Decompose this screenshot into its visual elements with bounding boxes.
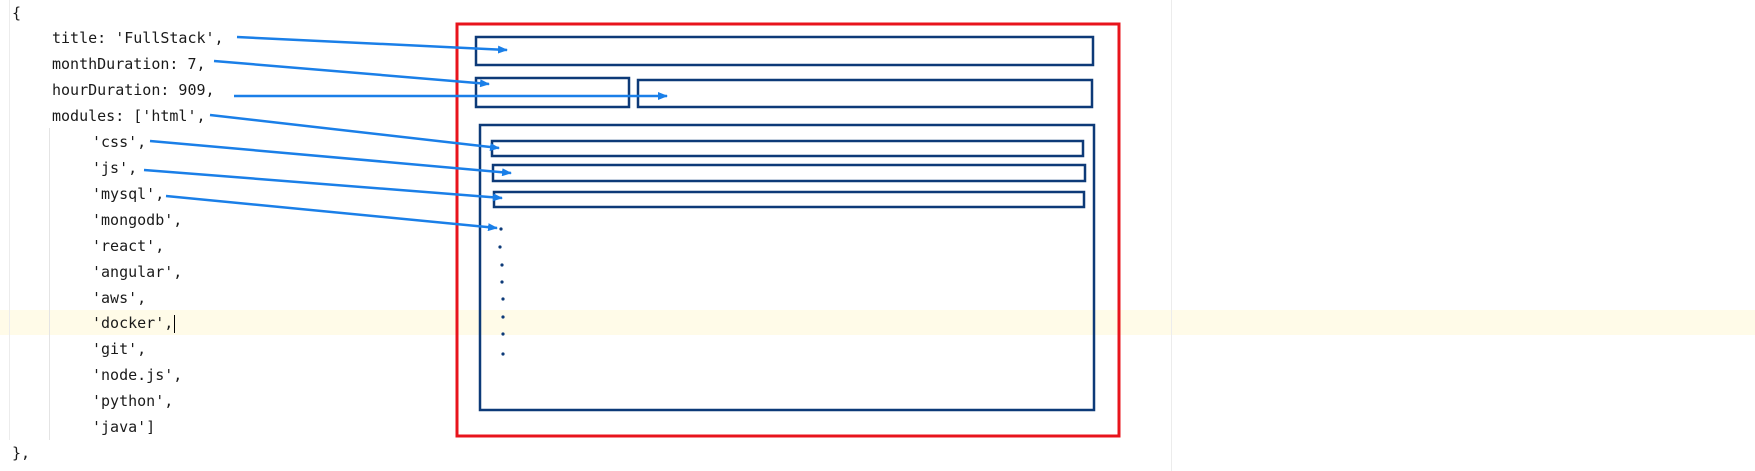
ellipsis-dots-icon (498, 227, 505, 356)
arrow-icon (236, 35, 508, 54)
title-box (474, 35, 1095, 67)
hour-duration-box (636, 78, 1094, 109)
module-box (492, 190, 1086, 209)
module-box (491, 163, 1087, 183)
code-editor[interactable]: { title: 'FullStack', monthDuration: 7, … (0, 0, 1755, 471)
arrow-icon (165, 194, 498, 232)
arrow-icon (213, 59, 490, 88)
layout-diagram (143, 22, 1121, 438)
month-duration-box (474, 76, 631, 109)
modules-container (478, 123, 1096, 412)
outer-frame (455, 22, 1121, 438)
module-box (490, 139, 1085, 158)
arrow-icon (143, 168, 503, 202)
